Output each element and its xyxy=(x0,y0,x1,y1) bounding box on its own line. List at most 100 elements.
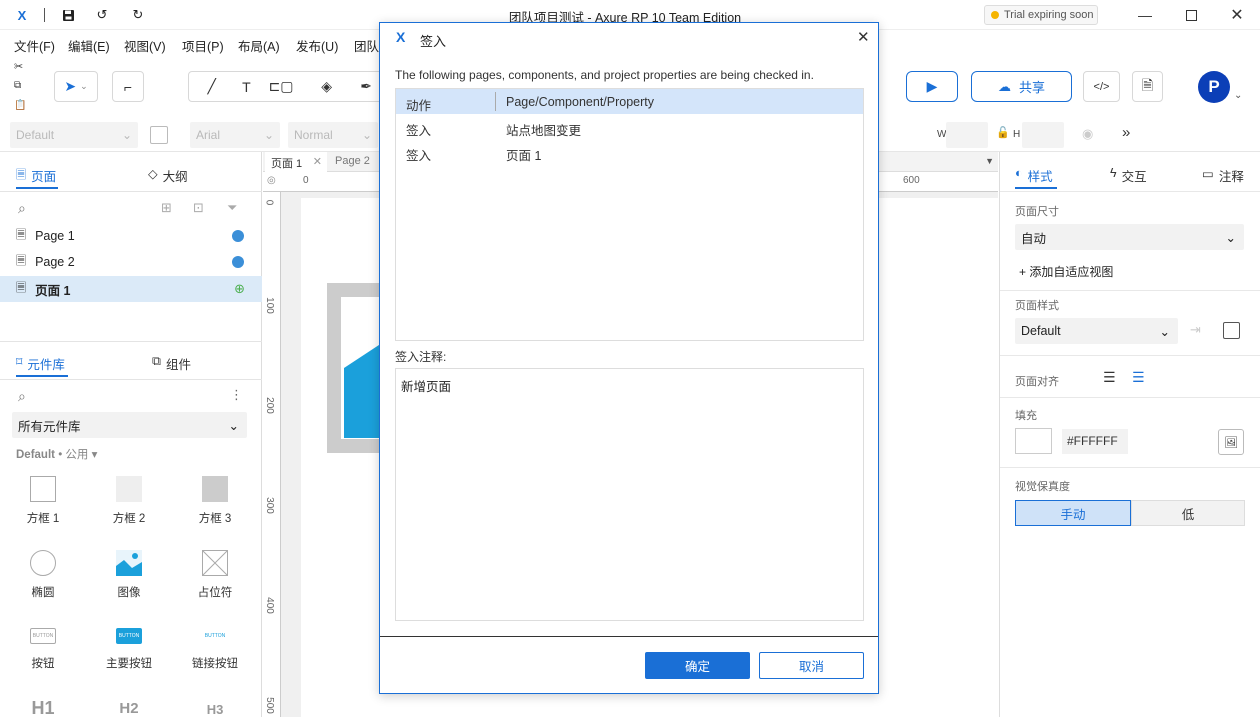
layers-icon[interactable]: ◈ xyxy=(304,78,350,95)
document-button[interactable]: 🗎 xyxy=(1132,71,1163,102)
page-item-page1[interactable]: 🗏 Page 1 xyxy=(0,223,262,249)
tab-components[interactable]: ⧉ 组件 xyxy=(152,354,191,373)
caret-down-icon: ▾ xyxy=(91,449,98,461)
height-input[interactable] xyxy=(1022,122,1064,148)
tab-interactions[interactable]: ϟ 交互 xyxy=(1110,166,1147,185)
copy-icon[interactable]: ⧉ xyxy=(14,80,21,91)
share-button[interactable]: ☁ 共享 xyxy=(971,71,1072,102)
menu-file[interactable]: 文件(F) xyxy=(14,36,55,55)
ruler-label: 500 xyxy=(263,697,275,714)
widget-link-button[interactable]: BUTTON 链接按钮 xyxy=(180,628,250,671)
menu-project[interactable]: 项目(P) xyxy=(182,36,224,55)
column-header-item[interactable]: Page/Component/Property xyxy=(506,95,654,109)
canvas-tab-page1[interactable]: 页面 1 ✕ xyxy=(265,152,327,172)
cloud-upload-icon: ☁ xyxy=(997,78,1011,94)
close-window-icon[interactable]: ✕ xyxy=(1228,6,1246,24)
widget-box1[interactable]: 方框 1 xyxy=(8,476,78,526)
tab-notes-label: 注释 xyxy=(1218,170,1244,184)
trial-badge[interactable]: Trial expiring soon xyxy=(984,5,1098,25)
cancel-button[interactable]: 取消 xyxy=(759,652,864,679)
page-item-page2[interactable]: 🗏 Page 2 xyxy=(0,249,262,275)
comment-icon: ▭ xyxy=(1202,167,1214,181)
add-page-icon[interactable]: ⊞ xyxy=(161,200,172,216)
pen-tool-icon[interactable]: ✒ xyxy=(349,78,383,95)
text-tool-icon[interactable]: T xyxy=(235,79,259,95)
image-widget-frame[interactable] xyxy=(327,283,387,453)
page-size-select[interactable]: 自动 ⌄ xyxy=(1015,224,1244,250)
widget-h3[interactable]: H3 xyxy=(180,702,250,717)
widget-h2[interactable]: H2 xyxy=(94,700,164,717)
close-tab-icon[interactable]: ✕ xyxy=(313,155,322,168)
cut-icon[interactable]: ✂ xyxy=(14,60,23,73)
search-icon[interactable]: ⌕ xyxy=(18,388,26,405)
code-button[interactable]: </> xyxy=(1083,71,1120,102)
widget-h1[interactable]: H1 xyxy=(8,698,78,717)
check-in-list: 动作 Page/Component/Property 签入 站点地图变更 签入 … xyxy=(395,88,864,341)
list-row[interactable]: 签入 站点地图变更 xyxy=(396,114,863,139)
ok-button[interactable]: 确定 xyxy=(645,652,750,679)
select-tool-button[interactable]: ➤ ⌄ xyxy=(54,71,98,102)
minimize-icon[interactable]: — xyxy=(1136,6,1154,24)
divider xyxy=(1000,290,1260,291)
edit-style-icon[interactable] xyxy=(1223,322,1240,339)
widget-ellipse[interactable]: 椭圆 xyxy=(8,550,78,600)
align-left-icon[interactable]: ☰ xyxy=(1103,369,1116,386)
add-folder-icon[interactable]: ⊡ xyxy=(193,200,204,216)
tab-notes[interactable]: ▭ 注释 xyxy=(1202,166,1244,185)
menu-team[interactable]: 团队 xyxy=(354,36,379,55)
maximize-icon[interactable] xyxy=(1182,6,1200,24)
close-icon[interactable]: ✕ xyxy=(857,28,870,46)
preview-button[interactable]: ▶ xyxy=(906,71,958,102)
menu-view[interactable]: 视图(V) xyxy=(124,36,166,55)
tab-pages[interactable]: 🗏 页面 xyxy=(16,166,56,187)
line-tool-icon[interactable]: ╱ xyxy=(189,78,235,95)
tab-outline[interactable]: ◇ 大纲 xyxy=(148,166,188,185)
library-group[interactable]: Default • 公用 ▾ xyxy=(16,446,97,462)
tabs-dropdown-icon[interactable]: ▼ xyxy=(985,156,994,166)
widget-box2[interactable]: 方框 2 xyxy=(94,476,164,526)
widget-placeholder[interactable]: 占位符 xyxy=(180,550,250,600)
list-row[interactable]: 签入 页面 1 xyxy=(396,139,863,164)
page-style-select[interactable]: Default ⌄ xyxy=(1015,318,1178,344)
avatar-chevron-icon[interactable]: ⌄ xyxy=(1234,90,1242,101)
align-center-icon[interactable]: ☰ xyxy=(1132,369,1145,386)
style-edit-icon[interactable] xyxy=(150,126,168,144)
tab-library[interactable]: ⌑ 元件库 xyxy=(16,354,65,373)
lock-icon[interactable]: 🔓 xyxy=(996,126,1010,139)
double-chevron-right-icon[interactable]: » xyxy=(1122,124,1130,141)
filter-icon[interactable]: ⏷ xyxy=(227,200,237,216)
add-adaptive-view-link[interactable]: + 添加自适应视图 xyxy=(1019,263,1113,280)
menu-layout[interactable]: 布局(A) xyxy=(238,36,280,55)
widget-image[interactable]: 图像 xyxy=(94,550,164,600)
canvas-tab-page2[interactable]: Page 2 xyxy=(329,152,379,172)
tab-style[interactable]: ◐ 样式 xyxy=(1015,166,1053,185)
menu-edit[interactable]: 编辑(E) xyxy=(68,36,110,55)
fill-image-button[interactable]: 🖼 xyxy=(1218,429,1244,455)
menu-publish[interactable]: 发布(U) xyxy=(296,36,338,55)
connector-tool-button[interactable]: ⌐ xyxy=(112,71,144,102)
search-icon[interactable]: ⌕ xyxy=(18,200,26,217)
width-input[interactable] xyxy=(946,122,988,148)
library-select[interactable]: 所有元件库 ⌄ xyxy=(12,412,247,438)
fill-color-input[interactable]: #FFFFFF xyxy=(1062,429,1128,454)
widget-box3[interactable]: 方框 3 xyxy=(180,476,250,526)
paste-icon[interactable]: 📋 xyxy=(14,100,26,111)
widget-primary-button[interactable]: BUTTON 主要按钮 xyxy=(94,628,164,671)
more-icon[interactable]: ⋮ xyxy=(230,387,243,403)
page-item-yemian1[interactable]: 🗏 页面 1 ⊕ xyxy=(0,276,262,302)
divider xyxy=(0,191,262,192)
dynamic-panel-icon[interactable]: ⊏▢ xyxy=(258,78,304,95)
style-select[interactable]: Default ⌄ xyxy=(10,122,138,148)
fill-color-swatch[interactable] xyxy=(1015,428,1052,454)
font-select[interactable]: Arial ⌄ xyxy=(190,122,280,148)
apply-style-icon[interactable]: ⇥ xyxy=(1190,322,1201,338)
fidelity-low-toggle[interactable]: 低 xyxy=(1131,500,1245,526)
column-header-action[interactable]: 动作 xyxy=(406,95,431,114)
fidelity-manual-toggle[interactable]: 手动 xyxy=(1015,500,1131,526)
avatar[interactable]: P xyxy=(1198,71,1230,103)
check-in-note-textarea[interactable]: 新增页面 xyxy=(395,368,864,621)
widget-button[interactable]: BUTTON 按钮 xyxy=(8,628,78,671)
row-action: 签入 xyxy=(406,124,432,138)
weight-select[interactable]: Normal ⌄ xyxy=(288,122,378,148)
visibility-icon[interactable]: ◉ xyxy=(1082,126,1093,142)
